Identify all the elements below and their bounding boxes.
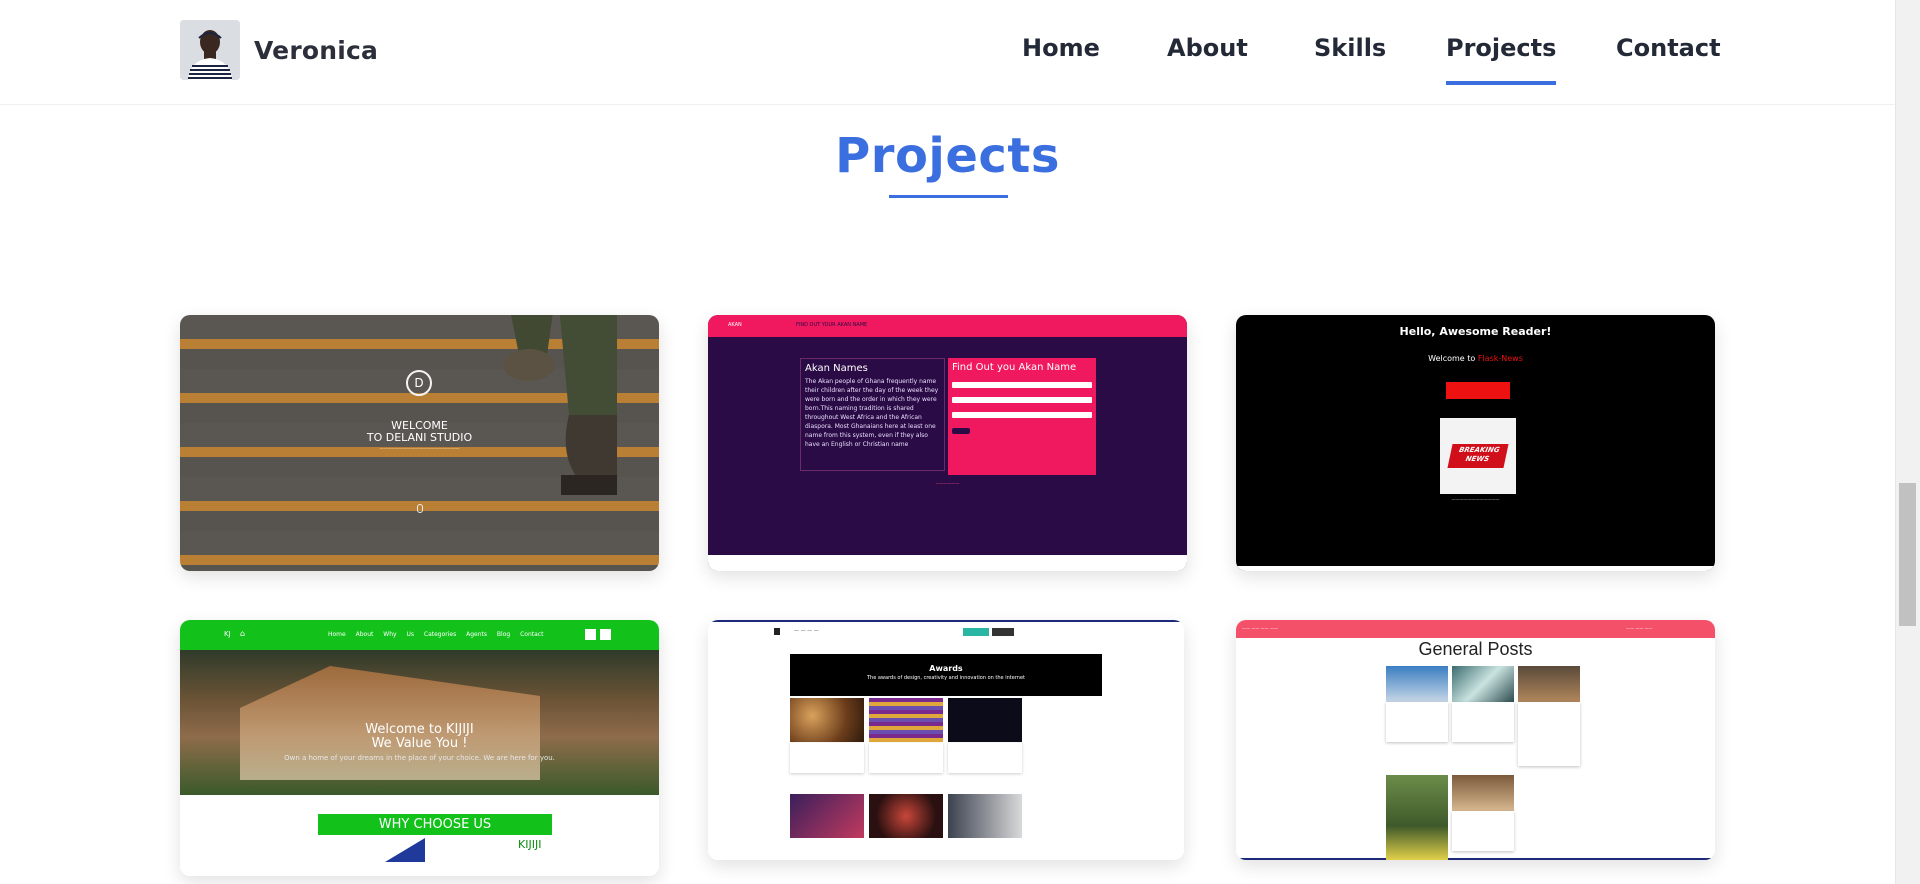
kijiji-navbar: KJ ⌂ Home About Why Us Categories Agents… (180, 620, 659, 650)
project-card-awards[interactable]: — — — — Awards The awards of design, cre… (708, 620, 1184, 860)
post-caption (1518, 702, 1580, 766)
badge-line2: NEWS (1464, 455, 1490, 463)
user-icon (600, 629, 611, 640)
awards-banner-sub: The awards of design, creativity and inn… (866, 675, 1025, 681)
awards-thumb (790, 698, 864, 742)
project-screenshot-flask-news: Hello, Awesome Reader! Welcome to Flask-… (1236, 315, 1715, 571)
nav-home[interactable]: Home (1022, 34, 1100, 62)
post-thumb (1386, 775, 1448, 860)
project-screenshot-delani: D WELCOME TO DELANI STUDIO —————————————… (180, 315, 659, 571)
home-icon: ⌂ (240, 629, 246, 638)
kijiji-brand: KIJIJI (518, 838, 542, 851)
kijiji-hero-line2: We Value You ! (371, 736, 468, 751)
posts-nav-right: —— —— —— (1626, 626, 1653, 631)
kijiji-nav-links: Home About Why Us Categories Agents Blog… (328, 631, 544, 638)
flask-footer: ———————————— (1451, 497, 1500, 502)
akan-info-text: The Akan people of Ghana frequently name… (805, 378, 939, 448)
delani-welcome-line2: TO DELANI STUDIO (366, 431, 473, 444)
akan-navbar: AKAN FIND OUT YOUR AKAN NAME (708, 315, 1187, 337)
flask-welcome: Welcome to Flask-News (1236, 354, 1715, 363)
akan-form-title: Find Out you Akan Name (952, 362, 1077, 373)
scrollbar-thumb[interactable] (1899, 483, 1916, 626)
delani-tagline: ———————————————————— (379, 446, 460, 451)
akan-bottom-strip (708, 555, 1187, 571)
post-caption (1452, 811, 1514, 851)
scroll-indicator-icon (417, 504, 423, 513)
project-screenshot-kijiji: KJ ⌂ Home About Why Us Categories Agents… (180, 620, 659, 876)
post-caption (1452, 702, 1514, 742)
akan-footer: —————— (935, 481, 960, 486)
breaking-news-badge: BREAKING NEWS (1447, 444, 1509, 468)
posts-navbar: —— —— —— —— —— —— —— (1236, 620, 1715, 638)
akan-form: Find Out you Akan Name (948, 358, 1096, 475)
akan-form-field (952, 382, 1092, 388)
post-caption (1386, 702, 1448, 742)
kijiji-logo: KJ (224, 630, 231, 638)
akan-info-box: Akan Names The Akan people of Ghana freq… (800, 358, 945, 471)
awards-logo-icon (774, 628, 780, 635)
brand-name[interactable]: Veronica (254, 36, 378, 65)
breaking-news-image: BREAKING NEWS (1440, 418, 1516, 494)
akan-nav-title: FIND OUT YOUR AKAN NAME (796, 322, 868, 328)
delani-logo: D (406, 370, 432, 396)
awards-nav-links: — — — — (794, 628, 819, 634)
flask-welcome-brand: Flask-News (1477, 354, 1523, 363)
project-screenshot-general-posts: —— —— —— —— —— —— —— General Posts (1236, 620, 1715, 860)
kijiji-hero-line1: Welcome to KIJIJI (365, 722, 474, 737)
post-thumb (1386, 666, 1448, 702)
awards-banner-title: Awards (929, 664, 963, 673)
akan-submit-button (952, 428, 970, 434)
post-thumb (1452, 775, 1514, 811)
page-scrollbar[interactable] (1895, 0, 1920, 884)
project-card-kijiji[interactable]: KJ ⌂ Home About Why Us Categories Agents… (180, 620, 659, 876)
flask-greeting: Hello, Awesome Reader! (1399, 325, 1552, 338)
akan-form-field (952, 397, 1092, 403)
awards-card-caption (948, 743, 1022, 773)
project-card-delani[interactable]: D WELCOME TO DELANI STUDIO —————————————… (180, 315, 659, 571)
project-screenshot-awards: — — — — Awards The awards of design, cre… (708, 620, 1184, 860)
kijiji-hero-sub: Own a home of your dreams in the place o… (284, 754, 555, 762)
awards-card-caption (790, 743, 864, 773)
awards-nav-button (963, 628, 989, 636)
awards-nav-button-dark (992, 628, 1014, 636)
project-card-flask-news[interactable]: Hello, Awesome Reader! Welcome to Flask-… (1236, 315, 1715, 571)
posts-nav-links: —— —— —— —— (1242, 626, 1278, 631)
awards-thumb (790, 794, 864, 838)
project-card-akan[interactable]: AKAN FIND OUT YOUR AKAN NAME Akan Names … (708, 315, 1187, 571)
akan-nav-brand: AKAN (728, 322, 742, 328)
post-thumb (1518, 666, 1580, 702)
akan-form-field (952, 412, 1092, 418)
section-title: Projects (835, 128, 1060, 184)
flask-welcome-prefix: Welcome to (1428, 354, 1476, 363)
nav-contact[interactable]: Contact (1616, 34, 1721, 62)
awards-thumb (869, 794, 943, 838)
project-card-general-posts[interactable]: —— —— —— —— —— —— —— General Posts (1236, 620, 1715, 860)
decorative-shape (385, 838, 425, 862)
house-image (240, 666, 540, 780)
project-screenshot-akan: AKAN FIND OUT YOUR AKAN NAME Akan Names … (708, 315, 1187, 571)
post-thumb (1452, 666, 1514, 702)
site-header: Veronica Home About Skills Projects Cont… (0, 0, 1895, 105)
akan-info-title: Akan Names (805, 363, 868, 374)
brand[interactable]: Veronica (180, 20, 378, 80)
nav-skills[interactable]: Skills (1314, 34, 1386, 62)
posts-heading: General Posts (1418, 639, 1533, 659)
awards-thumb (869, 698, 943, 742)
kijiji-hero: Welcome to KIJIJI We Value You ! Own a h… (180, 650, 659, 795)
awards-card-caption (869, 743, 943, 773)
kijiji-why-banner: WHY CHOOSE US (318, 814, 552, 835)
nav-about[interactable]: About (1167, 34, 1248, 62)
badge-line1: BREAKING (1458, 446, 1501, 454)
title-underline (889, 195, 1008, 198)
search-icon (585, 629, 596, 640)
flask-bottom-strip (1236, 566, 1715, 571)
avatar (180, 20, 240, 80)
nav-projects[interactable]: Projects (1446, 34, 1557, 85)
flask-headlines-button (1446, 382, 1510, 399)
awards-thumb (948, 794, 1022, 838)
awards-thumb (948, 698, 1022, 742)
awards-banner: Awards The awards of design, creativity … (790, 654, 1102, 696)
